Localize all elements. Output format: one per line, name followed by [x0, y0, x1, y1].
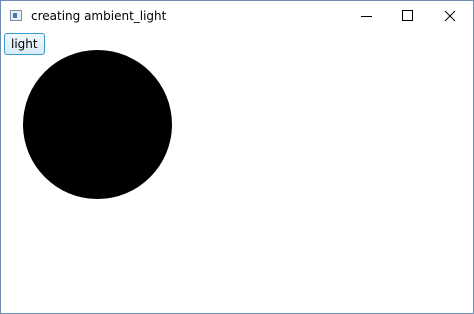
app-icon — [10, 10, 22, 21]
light-button[interactable]: light — [4, 33, 45, 55]
scene-canvas: light — [1, 31, 473, 313]
app-window: creating ambient_light light — [0, 0, 474, 314]
window-title: creating ambient_light — [31, 9, 167, 23]
close-icon — [444, 10, 456, 22]
minimize-icon — [361, 16, 372, 17]
title-bar[interactable]: creating ambient_light — [1, 1, 473, 31]
maximize-button[interactable] — [386, 1, 430, 31]
close-button[interactable] — [429, 1, 473, 31]
maximize-icon — [402, 10, 413, 21]
black-circle — [23, 50, 172, 199]
minimize-button[interactable] — [344, 1, 388, 31]
